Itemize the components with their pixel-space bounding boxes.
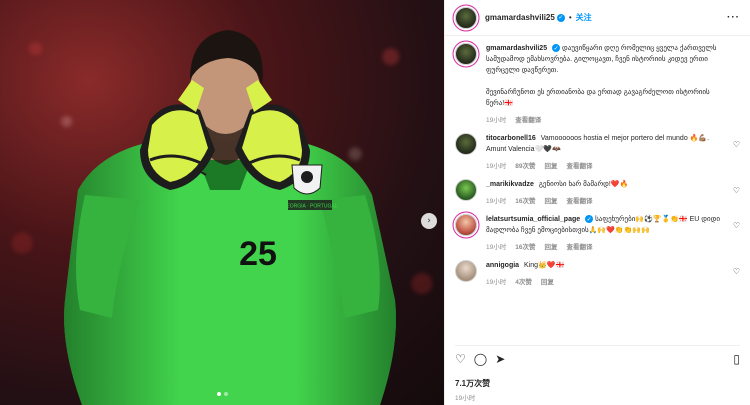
separator-dot: • xyxy=(568,13,572,22)
carousel-dot xyxy=(216,392,221,396)
likes-count[interactable]: 7.1万次赞 xyxy=(455,378,490,389)
comment-heart-icon[interactable]: ♡ xyxy=(733,186,740,195)
carousel-dots xyxy=(0,392,444,396)
author-username[interactable]: gmamardashvili25 xyxy=(485,13,555,22)
post-photo[interactable]: GEORGIA · PORTUGAL 25 › xyxy=(0,0,444,405)
comment-text: titocarbonell16 Vamoooooos hostia el mej… xyxy=(486,133,726,155)
goalkeeper-illustration: GEORGIA · PORTUGAL 25 xyxy=(64,30,397,405)
caption-text: gmamardashvili25 ✓ დაუვიწყარი დღე რომელიც… xyxy=(486,43,726,109)
translate-link[interactable]: 查看翻译 xyxy=(566,195,592,205)
commenter-username[interactable]: titocarbonell16 xyxy=(486,135,536,142)
author-avatar[interactable] xyxy=(455,6,477,29)
caption-time[interactable]: 19小时 xyxy=(486,114,506,124)
comment-text: _marikikvadze გენიოსი ხარ მამარდ!❤️🔥 xyxy=(486,179,726,190)
caption-meta: 19小时 查看翻译 xyxy=(486,114,726,124)
comment-likes[interactable]: 89次赞 xyxy=(515,160,535,170)
comment-meta: 19小时 4次赞 回复 xyxy=(486,276,726,286)
comment-meta: 19小时 16次赞 回复 查看翻译 xyxy=(486,241,726,251)
share-icon[interactable]: ➤ xyxy=(495,353,505,365)
commenter-avatar[interactable] xyxy=(455,133,477,155)
comment-time[interactable]: 19小时 xyxy=(486,160,506,170)
author-avatar[interactable] xyxy=(455,43,477,65)
post-time[interactable]: 19小时 xyxy=(455,392,475,402)
caption-username[interactable]: gmamardashvili25 xyxy=(486,45,547,52)
more-options-icon[interactable]: ··· xyxy=(727,12,740,23)
reply-button[interactable]: 回复 xyxy=(541,276,554,286)
comment-time[interactable]: 19小时 xyxy=(486,195,506,205)
comment-item: annigogia King👑❤️🇬🇪 19小时 4次赞 回复 ♡ xyxy=(455,260,740,286)
comment-likes[interactable]: 4次赞 xyxy=(515,276,532,286)
translate-link[interactable]: 查看翻译 xyxy=(566,160,592,170)
reply-button[interactable]: 回复 xyxy=(544,160,557,170)
verified-badge-icon: ✓ xyxy=(552,44,561,53)
carousel-dot xyxy=(223,392,228,396)
post-sidebar: gmamardashvili25 ✓ • 关注 ··· gmamardashvi… xyxy=(444,0,750,405)
comment-heart-icon[interactable]: ♡ xyxy=(733,140,740,149)
comment-meta: 19小时 16次赞 回复 查看翻译 xyxy=(486,195,726,205)
commenter-username[interactable]: annigogia xyxy=(486,262,519,269)
bookmark-icon[interactable]: ▯ xyxy=(733,353,740,365)
comment-time[interactable]: 19小时 xyxy=(486,276,506,286)
caption: gmamardashvili25 ✓ დაუვიწყარი დღე რომელიც… xyxy=(455,43,740,124)
comment-body: გენიოსი ხარ მამარდ!❤️🔥 xyxy=(538,181,629,188)
verified-badge-icon: ✓ xyxy=(556,13,565,22)
instagram-post: GEORGIA · PORTUGAL 25 › gmamardashvili25… xyxy=(0,0,750,405)
comment-item: titocarbonell16 Vamoooooos hostia el mej… xyxy=(455,133,740,170)
comment-likes[interactable]: 16次赞 xyxy=(515,241,535,251)
post-header: gmamardashvili25 ✓ • 关注 ··· xyxy=(445,0,750,36)
follow-button[interactable]: 关注 xyxy=(576,12,592,23)
commenter-avatar[interactable] xyxy=(455,260,477,282)
comment-time[interactable]: 19小时 xyxy=(486,241,506,251)
commenter-avatar[interactable] xyxy=(455,214,477,236)
jersey-number: 25 xyxy=(239,235,277,273)
comment-text: lelatsurtsumia_official_page ✓ საფეხურები… xyxy=(486,214,726,236)
comment-heart-icon[interactable]: ♡ xyxy=(733,221,740,230)
comment-text: annigogia King👑❤️🇬🇪 xyxy=(486,260,726,271)
translate-link[interactable]: 查看翻译 xyxy=(515,114,541,124)
verified-badge-icon: ✓ xyxy=(585,215,594,224)
heart-icon[interactable]: ♡ xyxy=(455,353,466,365)
comment-item: _marikikvadze გენიოსი ხარ მამარდ!❤️🔥 19小… xyxy=(455,179,740,205)
comment-heart-icon[interactable]: ♡ xyxy=(733,267,740,276)
match-patch-text: GEORGIA · PORTUGAL xyxy=(283,204,338,210)
comment-icon[interactable]: ◯ xyxy=(474,353,487,365)
carousel-next-button[interactable]: › xyxy=(421,213,437,229)
chevron-right-icon: › xyxy=(427,216,431,226)
post-actions-bar: ♡ ◯ ➤ ▯ xyxy=(455,345,740,365)
comment-item: lelatsurtsumia_official_page ✓ საფეხურები… xyxy=(455,214,740,251)
commenter-avatar[interactable] xyxy=(455,179,477,201)
caption-paragraph-2: შევინარჩუნოთ ეს ერთიანობა და ერთად გავაგ… xyxy=(486,89,710,107)
comment-body: King👑❤️🇬🇪 xyxy=(524,262,565,269)
reply-button[interactable]: 回复 xyxy=(544,195,557,205)
translate-link[interactable]: 查看翻译 xyxy=(566,241,592,251)
commenter-username[interactable]: lelatsurtsumia_official_page xyxy=(486,216,580,223)
comment-meta: 19小时 89次赞 回复 查看翻译 xyxy=(486,160,726,170)
commenter-username[interactable]: _marikikvadze xyxy=(486,181,534,188)
comments-list[interactable]: gmamardashvili25 ✓ დაუვიწყარი დღე რომელიც… xyxy=(445,37,750,342)
reply-button[interactable]: 回复 xyxy=(544,241,557,251)
comment-likes[interactable]: 16次赞 xyxy=(515,195,535,205)
